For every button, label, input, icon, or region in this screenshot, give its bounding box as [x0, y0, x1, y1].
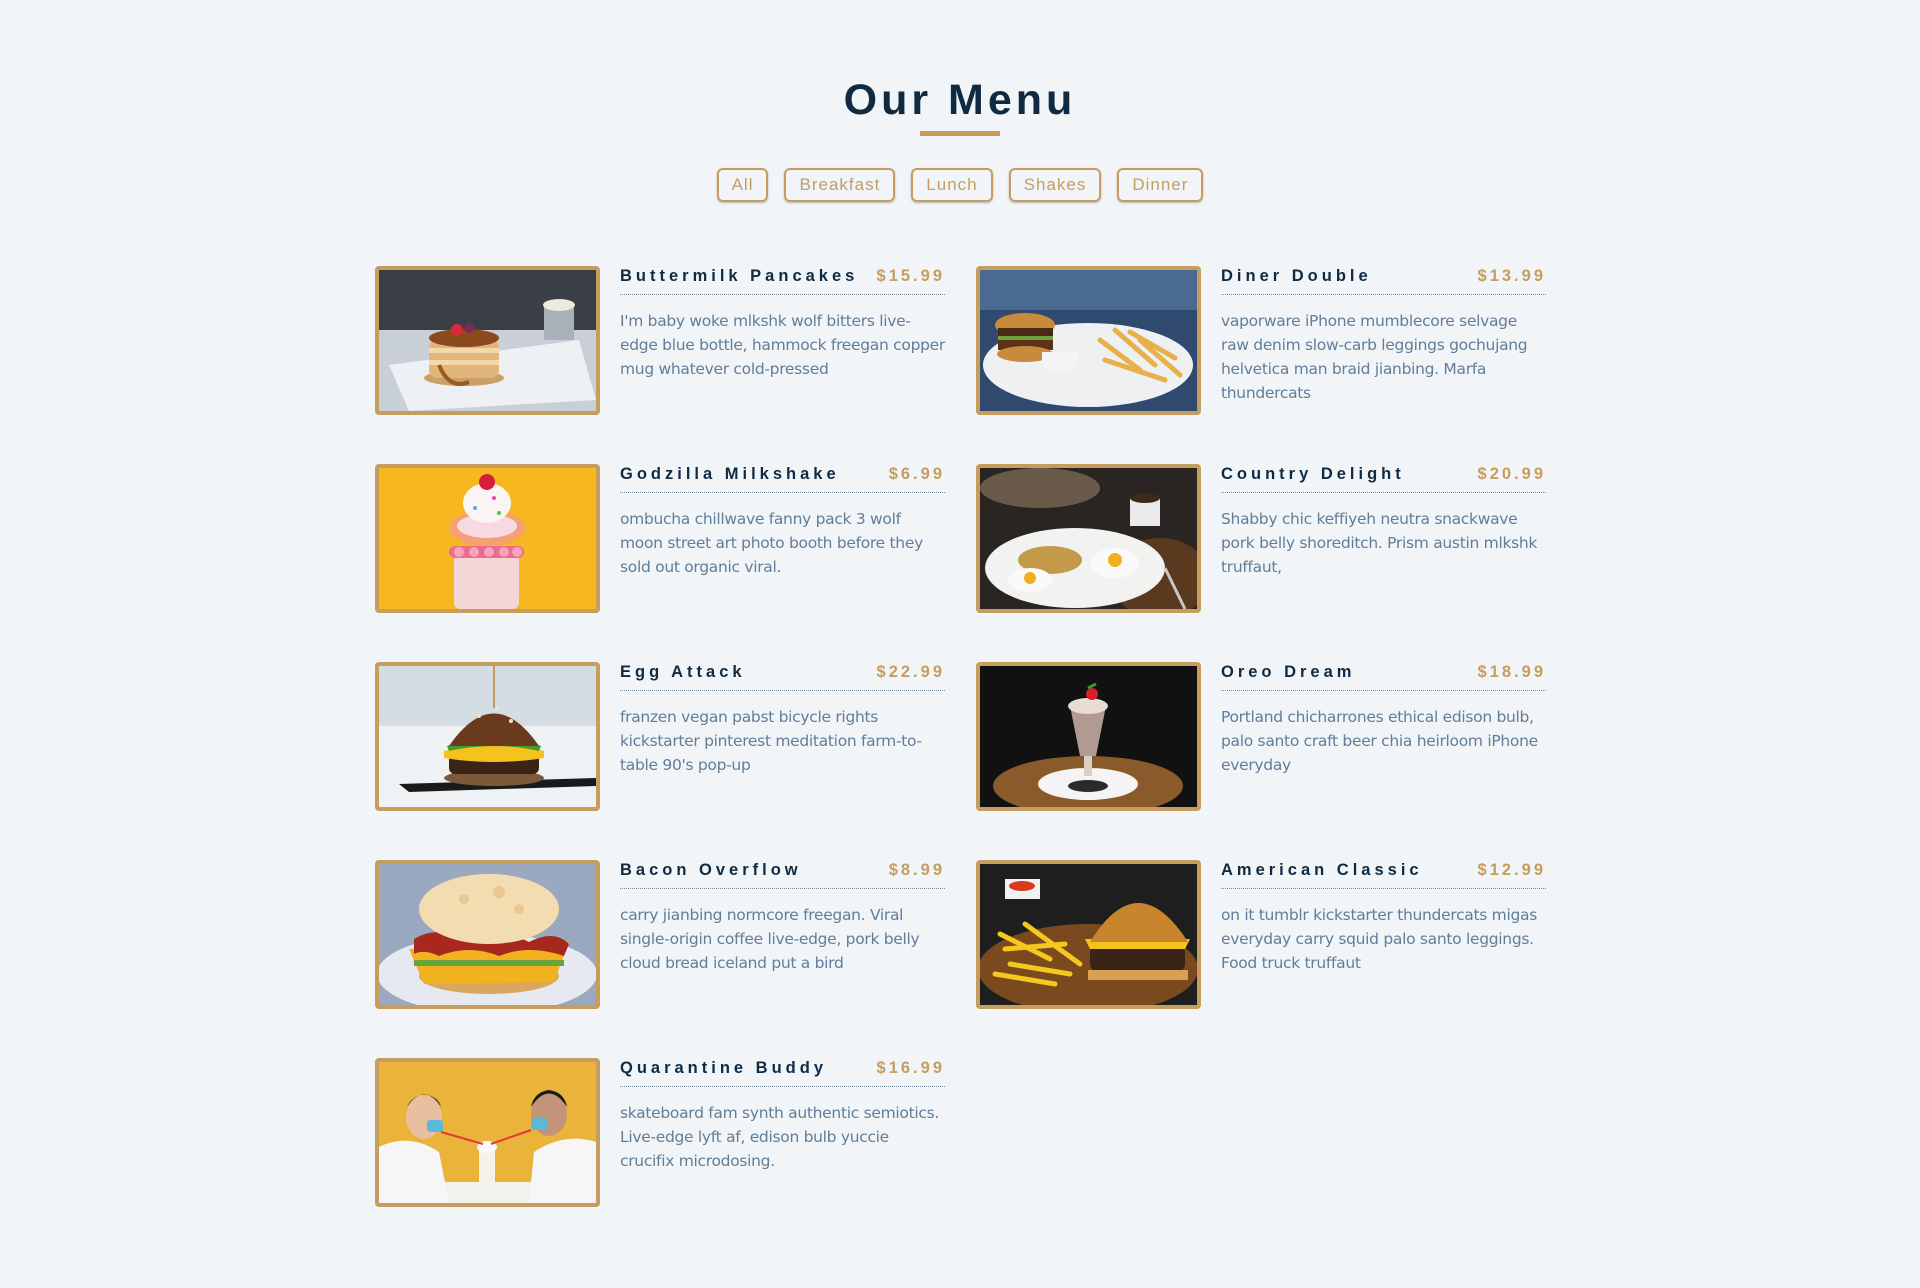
item-name: Egg Attack: [620, 663, 746, 681]
item-name: Oreo Dream: [1221, 663, 1356, 681]
page-title: Our Menu: [843, 76, 1077, 124]
menu-item: Bacon Overflow $8.99 carry jianbing norm…: [375, 860, 945, 1009]
item-name: Quarantine Buddy: [620, 1059, 828, 1077]
item-description: carry jianbing normcore freegan. Viral s…: [620, 906, 920, 972]
item-name: Bacon Overflow: [620, 861, 802, 879]
item-info: American Classic $12.99 on it tumblr kic…: [1221, 860, 1546, 1009]
menu-item: Quarantine Buddy $16.99 skateboard fam s…: [375, 1058, 945, 1207]
item-info: Bacon Overflow $8.99 carry jianbing norm…: [620, 860, 945, 1009]
item-header: American Classic $12.99: [1221, 860, 1546, 889]
item-info: Buttermilk Pancakes $15.99 I'm baby woke…: [620, 266, 945, 415]
filter-dinner-button[interactable]: Dinner: [1117, 168, 1204, 202]
menu-item: Egg Attack $22.99 franzen vegan pabst bi…: [375, 662, 945, 811]
item-header: Egg Attack $22.99: [620, 662, 945, 691]
item-price: $13.99: [1477, 267, 1546, 285]
menu-item: American Classic $12.99 on it tumblr kic…: [976, 860, 1546, 1009]
menu-page: Our Menu All Breakfast Lunch Shakes Dinn…: [0, 0, 1920, 1288]
item-price: $20.99: [1477, 465, 1546, 483]
menu-item: Godzilla Milkshake $6.99 ombucha chillwa…: [375, 464, 945, 613]
item-name: American Classic: [1221, 861, 1423, 879]
item-description: ombucha chillwave fanny pack 3 wolf moon…: [620, 510, 923, 576]
item-name: Godzilla Milkshake: [620, 465, 840, 483]
menu-item: Country Delight $20.99 Shabby chic keffi…: [976, 464, 1546, 613]
item-name: Diner Double: [1221, 267, 1372, 285]
item-description: I'm baby woke mlkshk wolf bitters live-e…: [620, 312, 945, 378]
milkshake-photo: [375, 464, 600, 613]
item-price: $18.99: [1477, 663, 1546, 681]
item-header: Oreo Dream $18.99: [1221, 662, 1546, 691]
item-description: Shabby chic keffiyeh neutra snackwave po…: [1221, 510, 1538, 576]
egg-burger-photo: [375, 662, 600, 811]
couple-shake-photo: [375, 1058, 600, 1207]
item-info: Godzilla Milkshake $6.99 ombucha chillwa…: [620, 464, 945, 613]
eggs-breakfast-photo: [976, 464, 1201, 613]
classic-burger-photo: [976, 860, 1201, 1009]
filter-bar: All Breakfast Lunch Shakes Dinner: [0, 168, 1920, 202]
burger-fries-photo: [976, 266, 1201, 415]
item-info: Quarantine Buddy $16.99 skateboard fam s…: [620, 1058, 945, 1207]
item-price: $12.99: [1477, 861, 1546, 879]
item-header: Buttermilk Pancakes $15.99: [620, 266, 945, 295]
item-description: skateboard fam synth authentic semiotics…: [620, 1104, 939, 1170]
item-name: Country Delight: [1221, 465, 1405, 483]
item-description: Portland chicharrones ethical edison bul…: [1221, 708, 1538, 774]
item-info: Country Delight $20.99 Shabby chic keffi…: [1221, 464, 1546, 613]
menu-item: Oreo Dream $18.99 Portland chicharrones …: [976, 662, 1546, 811]
item-info: Egg Attack $22.99 franzen vegan pabst bi…: [620, 662, 945, 811]
item-price: $8.99: [888, 861, 945, 879]
item-description: vaporware iPhone mumblecore selvage raw …: [1221, 312, 1528, 402]
item-price: $16.99: [876, 1059, 945, 1077]
item-price: $22.99: [876, 663, 945, 681]
item-header: Diner Double $13.99: [1221, 266, 1546, 295]
menu-grid: Buttermilk Pancakes $15.99 I'm baby woke…: [375, 266, 1546, 1207]
pancakes-photo: [375, 266, 600, 415]
menu-item: Buttermilk Pancakes $15.99 I'm baby woke…: [375, 266, 945, 415]
item-info: Oreo Dream $18.99 Portland chicharrones …: [1221, 662, 1546, 811]
item-description: on it tumblr kickstarter thundercats mig…: [1221, 906, 1537, 972]
filter-all-button[interactable]: All: [716, 168, 769, 202]
item-header: Quarantine Buddy $16.99: [620, 1058, 945, 1087]
item-header: Country Delight $20.99: [1221, 464, 1546, 493]
title-underline: [920, 131, 1000, 136]
menu-item: Diner Double $13.99 vaporware iPhone mum…: [976, 266, 1546, 415]
item-price: $6.99: [888, 465, 945, 483]
item-header: Bacon Overflow $8.99: [620, 860, 945, 889]
bacon-biscuit-photo: [375, 860, 600, 1009]
item-description: franzen vegan pabst bicycle rights kicks…: [620, 708, 922, 774]
filter-lunch-button[interactable]: Lunch: [911, 168, 993, 202]
item-price: $15.99: [876, 267, 945, 285]
filter-breakfast-button[interactable]: Breakfast: [784, 168, 896, 202]
filter-shakes-button[interactable]: Shakes: [1008, 168, 1102, 202]
oreo-shake-photo: [976, 662, 1201, 811]
item-name: Buttermilk Pancakes: [620, 267, 859, 285]
item-info: Diner Double $13.99 vaporware iPhone mum…: [1221, 266, 1546, 415]
item-header: Godzilla Milkshake $6.99: [620, 464, 945, 493]
